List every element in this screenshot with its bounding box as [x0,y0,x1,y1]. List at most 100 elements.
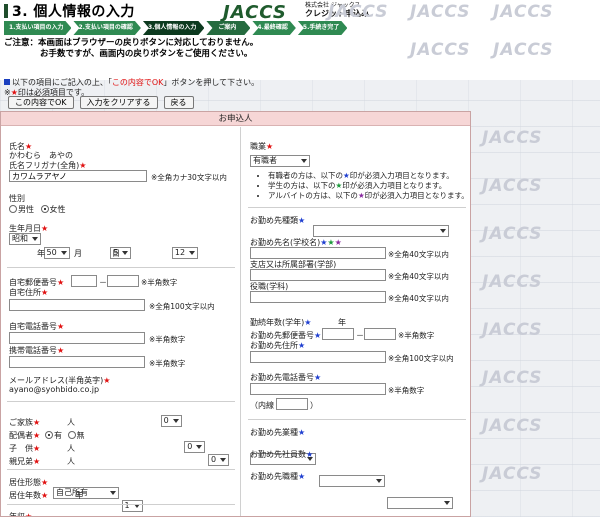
children-select[interactable]: 0 [184,441,206,453]
position-input[interactable] [250,291,386,303]
divider [248,207,466,208]
watermark: JACCS [482,368,543,388]
gender-male-radio[interactable] [9,205,17,213]
work-zip-second-input[interactable] [364,328,396,340]
children-label: 子 供★ [9,444,41,453]
back-button[interactable]: 戻る [163,96,194,109]
years-label: 居住年数★ [9,491,49,500]
work-name-input[interactable] [250,247,386,259]
years-select[interactable]: 1 [121,500,143,512]
branch-input[interactable] [250,269,386,281]
gender-female-radio[interactable] [40,205,49,213]
work-zip-first-input[interactable] [322,328,354,340]
residence-label: 居住形態★ [9,478,49,487]
spouse-label: 配偶者★ [9,431,41,440]
work-name-hint: ※全角40文字以内 [388,250,449,259]
address-label: 自宅住所★ [9,288,49,297]
job-select[interactable]: 有職者 [250,155,310,167]
watermark: JACCS [482,464,543,484]
watermark: JACCS [482,128,543,148]
step-3-current: 3.個人情報の入力 [143,21,204,35]
position-hint: ※全角40文字以内 [388,294,449,303]
address-hint: ※全角100文字以内 [149,302,215,311]
application-form: お申込人 氏名★ かわむら あやの 氏名フリガナ(全角)★ ※全角カナ30文字以… [0,111,471,517]
work-address-label: お勤め先住所★ [250,341,306,350]
era-select[interactable]: 昭和 [9,233,41,245]
mobile-hint: ※半角数字 [149,359,186,368]
email-value: ayano@syohbido.co.jp [9,385,100,394]
form-section-title: お申込人 [1,112,470,126]
watermark: JACCS [493,40,554,60]
progress-steps: 1.支払い項目の入力 2.支払い項目の確認 3.個人情報の入力 ご案内 4.最終… [4,21,349,35]
kana-input[interactable] [9,170,147,182]
kana-hint: ※全角カナ30文字以内 [151,173,227,182]
divider [7,267,235,268]
family-label: ご家族★ [9,418,41,427]
phone-label: 自宅電話番号★ [9,322,65,331]
work-zip-hint: ※半角数字 [398,331,435,340]
residence-select[interactable]: 自己所有 [53,487,119,499]
browser-notice: ご注意：本画面はブラウザーの戻りボタンに対応しておりません。 お手数ですが、画面… [4,38,259,59]
clear-button[interactable]: 入力をクリアする [79,96,158,109]
phone-hint: ※半角数字 [149,335,186,344]
income-label: 年収★ [9,512,33,517]
phone-input[interactable] [9,332,145,344]
form-left-column: 氏名★ かわむら あやの 氏名フリガナ(全角)★ ※全角カナ30文字以内 性別 … [1,127,241,516]
parents-select[interactable]: 0 [207,454,230,466]
watermark: JACCS [328,2,389,22]
step-1: 1.支払い項目の入力 [4,21,71,35]
birth-day-select[interactable]: 12 [171,247,199,259]
watermark: JACCS [482,272,543,292]
watermark: JACCS [410,40,471,60]
mobile-label: 携帯電話番号★ [9,346,65,355]
step-5: 5.手続き完了 [298,21,347,35]
zip-second-input[interactable] [107,275,139,287]
divider [7,504,235,505]
watermark: JACCS [482,416,543,436]
employment-select[interactable] [387,497,454,509]
employees-select[interactable] [318,475,385,487]
watermark: JACCS [493,2,554,22]
employees-label: お勤め先社員数★ [250,450,314,459]
work-type-label: お勤め先種類★ [250,216,306,225]
divider [7,469,235,470]
watermark: JACCS [482,320,543,340]
mobile-input[interactable] [9,356,145,368]
divider [7,401,235,402]
step-2: 2.支払い項目の確認 [73,21,140,35]
industry-label: お勤め先業種★ [250,428,306,437]
family-select[interactable]: 0 [160,415,182,427]
spouse-yes-radio[interactable] [45,431,53,439]
title-bar-icon [4,4,8,18]
form-right-column: 職業★ 有職者 有職者の方は、以下の★印が必須入力項目となります。 学生の方は、… [242,127,470,516]
watermark: JACCS [482,176,543,196]
zip-first-input[interactable] [71,275,97,287]
employment-label: お勤め先職種★ [250,472,306,481]
header: 3. 個人情報の入力 JACCS 株式会社 ジャックス クレジット申込み JAC… [0,0,600,80]
address-input[interactable] [9,299,145,311]
step-4: 4.最終確認 [252,21,295,35]
page-title: 3. 個人情報の入力 [4,1,135,21]
watermark: JACCS [410,2,471,22]
ok-button[interactable]: この内容でOK [8,96,74,109]
job-label: 職業★ [250,142,274,151]
work-address-hint: ※全角100文字以内 [388,354,454,363]
tenure-label: 勤続年数(学年)★ [250,318,312,327]
extension-input[interactable] [276,398,308,410]
instructions: 以下の項目にご記入の上、「この内容でOK」ボタンを押して下さい。 ※★印は必須項… [4,78,260,97]
bullet-square-icon [4,79,10,85]
work-phone-hint: ※半角数字 [388,386,425,395]
branch-hint: ※全角40文字以内 [388,272,449,281]
work-type-select[interactable] [312,225,449,237]
action-buttons: この内容でOK 入力をクリアする 戻る [8,96,194,109]
step-guide: ご案内 [206,21,250,35]
job-notes: 有職者の方は、以下の★印が必須入力項目となります。 学生の方は、以下の★印が必須… [256,171,469,201]
zip-hint: ※半角数字 [141,278,178,287]
work-phone-input[interactable] [250,383,386,395]
work-address-input[interactable] [250,351,386,363]
work-phone-label: お勤め先電話番号★ [250,373,322,382]
birth-year-select[interactable]: 50 [43,247,70,259]
gender-label: 性別 [9,194,25,203]
parents-label: 親兄弟★ [9,457,41,466]
spouse-no-radio[interactable] [67,431,76,439]
